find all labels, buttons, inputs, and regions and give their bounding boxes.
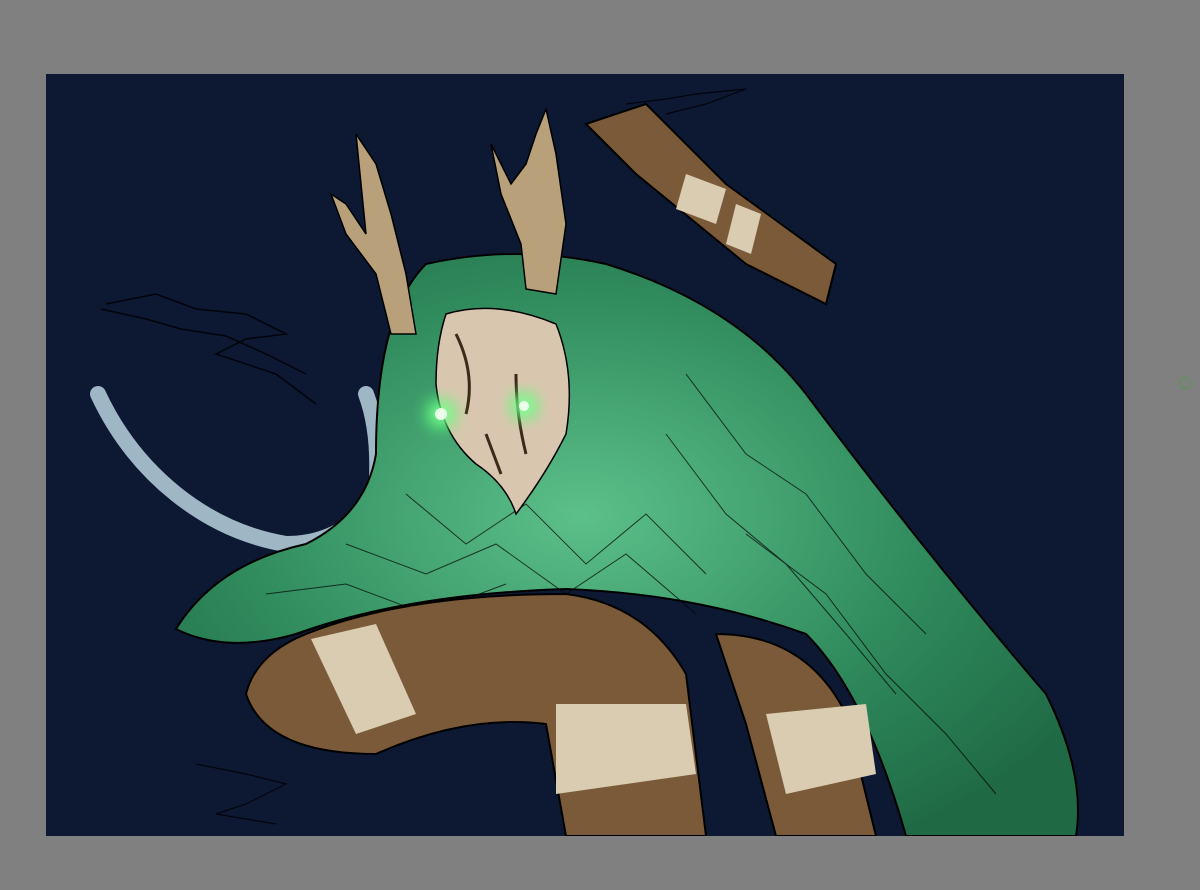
drawing-canvas[interactable]: [46, 74, 1124, 836]
canvas-workspace[interactable]: [0, 0, 1200, 890]
artwork: [90, 88, 1079, 836]
rope: [90, 386, 386, 553]
brush-cursor-icon: [1179, 377, 1191, 389]
legs: [244, 592, 878, 836]
scribble-left: [100, 293, 317, 405]
